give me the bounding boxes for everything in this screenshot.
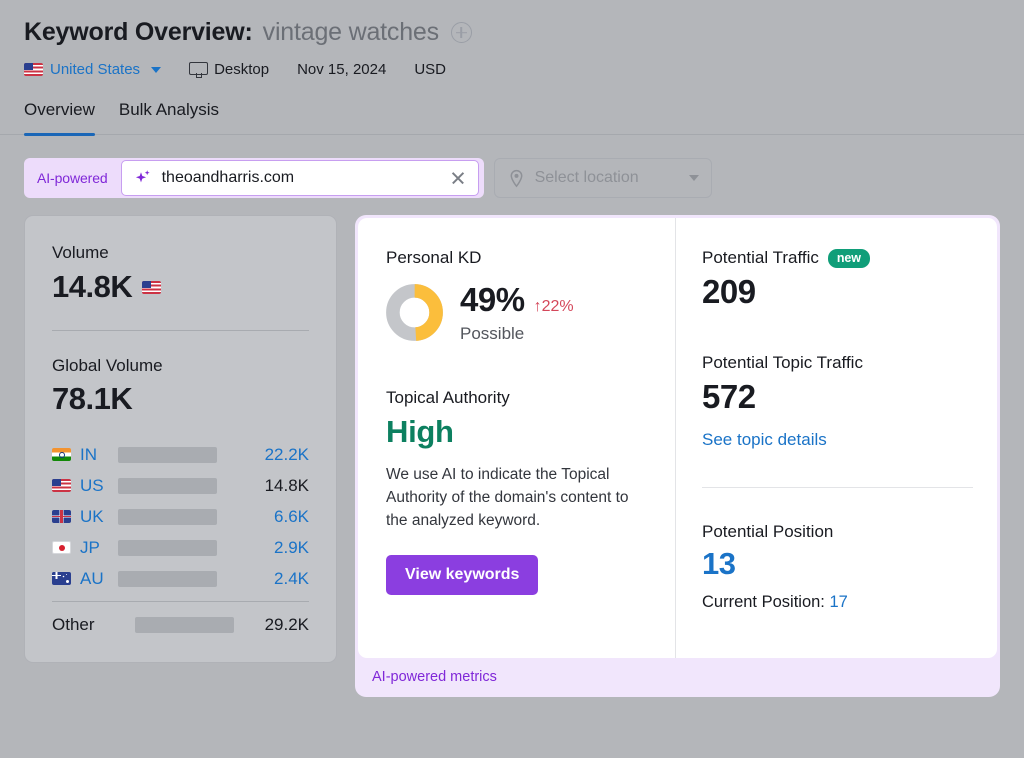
tab-bulk-analysis[interactable]: Bulk Analysis	[119, 100, 219, 134]
see-topic-details-link[interactable]: See topic details	[702, 430, 827, 450]
tab-bar: Overview Bulk Analysis	[0, 100, 1024, 135]
country-code: IN	[80, 445, 116, 465]
us-flag-icon	[142, 281, 161, 294]
list-item[interactable]: IN 22.2K	[52, 439, 309, 470]
close-icon[interactable]	[450, 170, 466, 186]
topical-authority-block: Topical Authority High We use AI to indi…	[386, 388, 651, 595]
domain-input-wrapper[interactable]: theoandharris.com	[121, 160, 479, 196]
plus-circle-icon[interactable]	[451, 22, 472, 43]
ai-domain-input-group: AI-powered theoandharris.com	[24, 158, 484, 198]
ai-card-left-column: Personal KD 49% ↑22% Possible Topical Au…	[358, 218, 675, 658]
topical-authority-description: We use AI to indicate the Topical Author…	[386, 464, 644, 532]
global-volume-value: 78.1K	[52, 381, 309, 417]
domain-input[interactable]: theoandharris.com	[162, 169, 440, 187]
country-code: JP	[80, 538, 116, 558]
chevron-down-icon	[689, 175, 699, 181]
list-item[interactable]: JP 2.9K	[52, 532, 309, 563]
list-item[interactable]: AU 2.4K	[52, 563, 309, 594]
current-position-label: Current Position:	[702, 593, 825, 611]
list-item[interactable]: UK 6.6K	[52, 501, 309, 532]
country-selector[interactable]: United States	[24, 61, 161, 78]
country-label: United States	[50, 61, 140, 78]
country-distribution-list: IN 22.2K US 14.8K UK 6.6K JP 2.9K	[52, 439, 309, 640]
us-flag-icon	[24, 63, 43, 76]
currency-label: USD	[414, 61, 446, 78]
ai-powered-metrics-footer: AI-powered metrics	[358, 658, 997, 697]
personal-kd-row: 49% ↑22% Possible	[386, 281, 651, 344]
country-code: AU	[80, 569, 116, 589]
ai-metrics-card: Personal KD 49% ↑22% Possible Topical Au…	[355, 215, 1000, 697]
personal-kd-label: Personal KD	[386, 248, 651, 268]
volume-bar-track	[118, 540, 217, 556]
potential-position-value: 13	[702, 546, 973, 582]
volume-value: 14.8K	[52, 269, 132, 305]
country-code: UK	[80, 507, 116, 527]
divider	[52, 601, 309, 602]
personal-kd-delta: ↑22%	[534, 298, 574, 316]
location-placeholder: Select location	[535, 169, 680, 187]
personal-kd-status: Possible	[460, 324, 574, 344]
potential-traffic-label: Potential Traffic	[702, 248, 819, 268]
jp-flag-icon	[52, 541, 71, 554]
uk-flag-icon	[52, 510, 71, 523]
potential-topic-traffic-label: Potential Topic Traffic	[702, 353, 973, 373]
new-badge: new	[828, 249, 870, 268]
volume-bar-track	[118, 509, 217, 525]
au-flag-icon	[52, 572, 71, 585]
other-label: Other	[52, 615, 133, 635]
current-position-row: Current Position: 17	[702, 593, 973, 612]
potential-topic-traffic-value: 572	[702, 378, 973, 416]
topical-authority-value: High	[386, 414, 651, 450]
device-label: Desktop	[214, 61, 269, 78]
potential-traffic-value: 209	[702, 273, 973, 311]
page-header: Keyword Overview: vintage watches United…	[0, 0, 1024, 78]
location-select[interactable]: Select location	[494, 158, 712, 198]
view-keywords-button[interactable]: View keywords	[386, 555, 538, 595]
page-title: Keyword Overview:	[24, 18, 253, 47]
in-flag-icon	[52, 448, 71, 461]
title-row: Keyword Overview: vintage watches	[24, 18, 1024, 47]
country-volume: 2.4K	[217, 569, 309, 589]
list-item[interactable]: US 14.8K	[52, 470, 309, 501]
date-label: Nov 15, 2024	[297, 61, 386, 78]
country-volume: 22.2K	[217, 445, 309, 465]
country-volume: 14.8K	[217, 476, 309, 496]
volume-card: Volume 14.8K Global Volume 78.1K IN 22.2…	[24, 215, 337, 663]
potential-position-label: Potential Position	[702, 522, 973, 542]
tab-overview[interactable]: Overview	[24, 100, 95, 134]
volume-bar-track	[118, 571, 217, 587]
monitor-icon	[189, 62, 206, 77]
volume-value-row: 14.8K	[52, 269, 309, 305]
global-volume-label: Global Volume	[52, 356, 309, 376]
list-item-other: Other 29.2K	[52, 609, 309, 640]
current-position-value: 17	[829, 593, 847, 611]
personal-kd-donut-chart	[386, 284, 443, 341]
tab-divider	[0, 134, 1024, 135]
country-volume: 2.9K	[217, 538, 309, 558]
volume-bar-track	[135, 617, 234, 633]
potential-traffic-header: Potential Traffic new	[702, 248, 973, 268]
sparkle-icon	[134, 169, 152, 187]
volume-bar-track	[118, 447, 217, 463]
other-volume: 29.2K	[234, 615, 309, 635]
ai-powered-pill: AI-powered	[24, 170, 121, 186]
volume-label: Volume	[52, 243, 309, 263]
personal-kd-value: 49%	[460, 281, 525, 319]
country-code: US	[80, 476, 116, 496]
us-flag-icon	[52, 479, 71, 492]
search-row: AI-powered theoandharris.com Select loca…	[0, 135, 1024, 198]
keyword-text: vintage watches	[263, 18, 439, 47]
ai-card-right-column: Potential Traffic new 209 Potential Topi…	[675, 218, 997, 658]
map-pin-icon	[507, 169, 526, 188]
topical-authority-label: Topical Authority	[386, 388, 651, 408]
device-selector[interactable]: Desktop	[189, 61, 269, 78]
chevron-down-icon	[151, 67, 161, 73]
volume-bar-track	[118, 478, 217, 494]
cards-container: Volume 14.8K Global Volume 78.1K IN 22.2…	[0, 198, 1024, 697]
spacer	[702, 311, 973, 353]
divider	[702, 487, 973, 488]
divider	[52, 330, 309, 331]
country-volume: 6.6K	[217, 507, 309, 527]
meta-row: United States Desktop Nov 15, 2024 USD	[24, 61, 1024, 78]
